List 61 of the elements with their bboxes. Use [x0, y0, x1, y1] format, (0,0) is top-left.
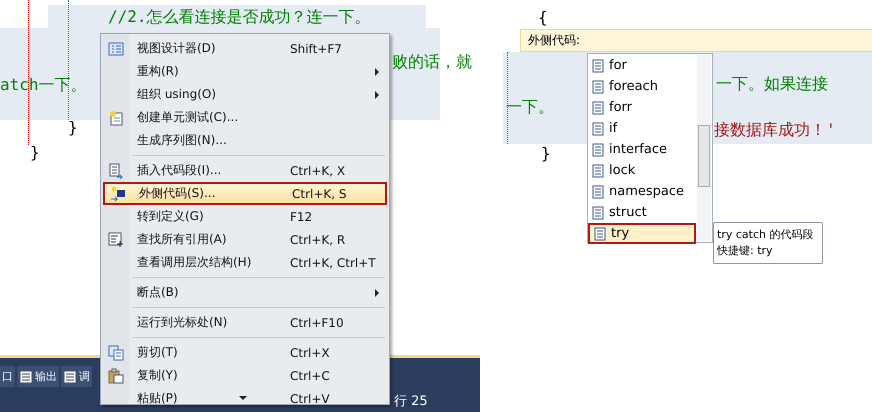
test-icon	[108, 110, 124, 126]
menu-item[interactable]: 生成序列图(N)...	[103, 129, 387, 152]
panel-tab[interactable]: 输出	[17, 366, 59, 387]
line-number: 行 25	[394, 393, 428, 410]
menu-item[interactable]: 重构(R)	[103, 60, 387, 83]
snippet-icon	[592, 164, 604, 178]
goto-icon	[110, 186, 126, 202]
snippet-icon	[592, 206, 604, 220]
tooltip-text: try catch 的代码段	[717, 227, 814, 243]
code-comment: 一下。	[506, 97, 554, 117]
code-brace: {	[538, 8, 548, 28]
menu-item[interactable]: 粘贴(P) Ctrl+V	[103, 387, 387, 410]
snippet-icon	[592, 184, 604, 198]
code-string: 接数据库成功！'	[714, 120, 836, 140]
window-icon	[63, 370, 77, 384]
menu-item[interactable]: 转到定义(G) F12	[103, 205, 387, 228]
menu-item[interactable]: 查找所有引用(A) Ctrl+K, R	[103, 228, 387, 251]
menu-item[interactable]: 视图设计器(D) Shift+F7	[103, 37, 387, 60]
menu-item[interactable]: 外侧代码(S)... Ctrl+K, S	[103, 182, 387, 205]
code-comment: 一下。如果连接	[716, 74, 828, 94]
code-brace: }	[541, 144, 551, 164]
snippet-icon	[592, 142, 604, 156]
menu-item[interactable]: 断点(B)	[103, 281, 387, 304]
menu-item[interactable]: 创建单元测试(C)...	[103, 106, 387, 129]
scroll-down-icon[interactable]	[239, 396, 247, 400]
menu-item[interactable]: 剪切(T) Ctrl+X	[103, 341, 387, 364]
snippet-item[interactable]: if	[588, 118, 696, 139]
snippet-item[interactable]: try	[588, 223, 696, 244]
menu-item[interactable]: 组织 using(O)	[103, 83, 387, 106]
copy-icon	[108, 344, 124, 360]
menu-item[interactable]: 复制(Y) Ctrl+C	[103, 364, 387, 387]
code-comment: 败的话，就	[392, 52, 472, 72]
scrollbar[interactable]	[697, 55, 711, 241]
snippet-item[interactable]: for	[588, 55, 696, 76]
menu-item[interactable]: 查看调用层次结构(H) Ctrl+K, Ctrl+T	[103, 251, 387, 274]
designer-icon	[108, 40, 124, 56]
snippet-item[interactable]: forr	[588, 97, 696, 118]
panel-tab[interactable]: 调	[61, 366, 92, 387]
code-brace: }	[30, 143, 40, 163]
surround-label: 外侧代码:	[528, 32, 580, 49]
snippet-icon	[592, 58, 604, 72]
hierarchy-icon	[108, 232, 124, 248]
snippet-icon	[592, 80, 604, 94]
code-comment: atch一下。	[0, 75, 87, 95]
menu-item[interactable]: 插入代码段(I)... Ctrl+K, X	[103, 159, 387, 182]
snippet-item[interactable]: namespace	[588, 181, 696, 202]
snippet-icon	[592, 122, 604, 136]
menu-item[interactable]: 运行到光标处(N) Ctrl+F10	[103, 311, 387, 334]
code-brace: }	[68, 118, 78, 138]
window-icon	[19, 370, 33, 384]
snippet-item[interactable]: struct	[588, 202, 696, 223]
snippet-icon	[592, 100, 604, 114]
panel-tab[interactable]: 口	[0, 366, 15, 387]
code-comment: //2.怎么看连接是否成功？连一下。	[108, 7, 371, 27]
paste-icon	[108, 368, 124, 384]
snippet-item[interactable]: lock	[588, 160, 696, 181]
snippet-icon	[108, 162, 124, 178]
snippet-icon	[594, 226, 606, 240]
snippet-item[interactable]: interface	[588, 139, 696, 160]
tooltip-text: 快捷键: try	[717, 243, 774, 259]
snippet-item[interactable]: foreach	[588, 76, 696, 97]
